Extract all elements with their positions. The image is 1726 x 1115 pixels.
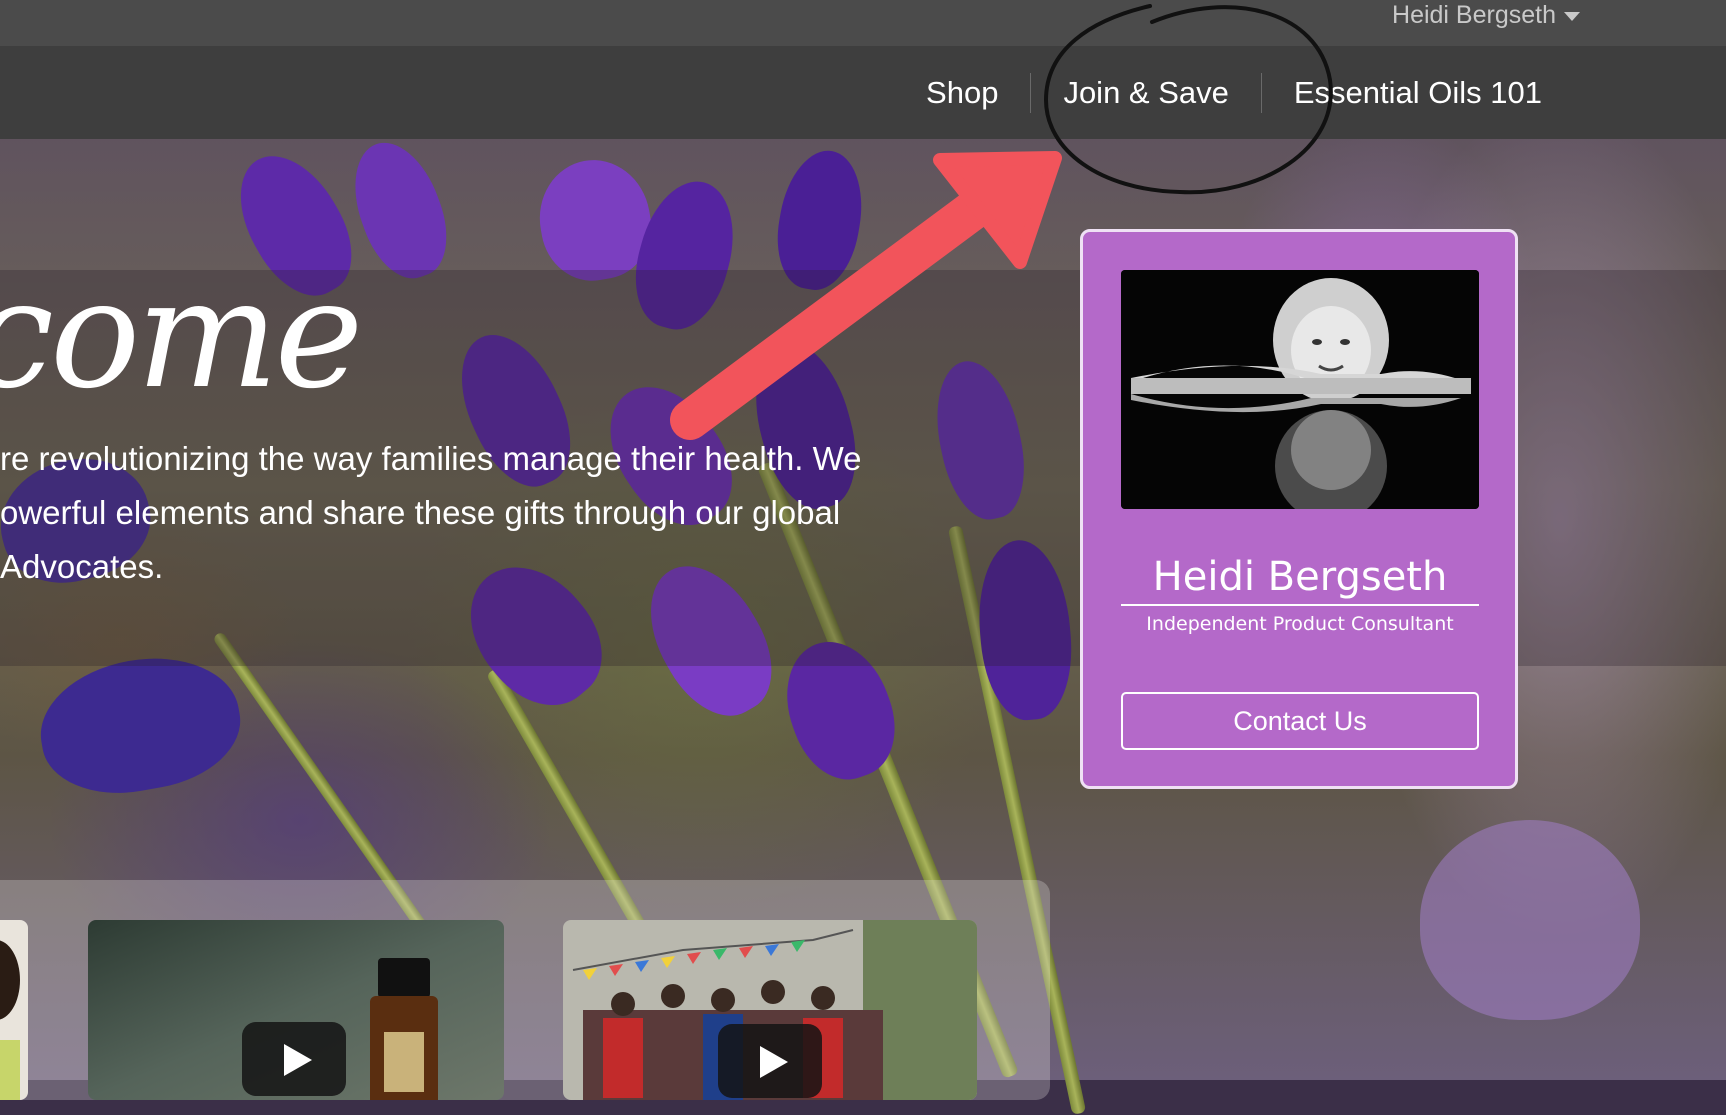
intro-paragraph: re revolutionizing the way families mana… [0, 432, 960, 594]
play-icon[interactable] [242, 1022, 346, 1096]
consultant-name: Heidi Bergseth [1121, 554, 1479, 606]
nav-item-join-save[interactable]: Join & Save [1031, 75, 1260, 111]
consultant-photo [1121, 270, 1479, 509]
intro-line: owerful elements and share these gifts t… [0, 494, 841, 531]
caret-down-icon [1564, 11, 1580, 21]
welcome-heading: come [0, 248, 363, 422]
consultant-title: Independent Product Consultant [1146, 613, 1454, 635]
nav-item-shop[interactable]: Shop [894, 75, 1030, 111]
video-thumbnail-image [0, 920, 28, 1100]
video-thumbnail[interactable] [88, 920, 504, 1100]
play-icon[interactable] [718, 1024, 822, 1098]
video-thumbnail[interactable] [563, 920, 977, 1100]
contact-us-button[interactable]: Contact Us [1121, 692, 1479, 750]
video-thumbnail[interactable] [0, 920, 28, 1100]
user-menu[interactable]: Heidi Bergseth [1392, 0, 1580, 30]
user-name: Heidi Bergseth [1392, 1, 1556, 29]
intro-line: Advocates. [0, 548, 164, 585]
main-nav: Shop Join & Save Essential Oils 101 [894, 46, 1574, 139]
nav-item-essential-oils-101[interactable]: Essential Oils 101 [1262, 75, 1574, 111]
intro-line: re revolutionizing the way families mana… [0, 440, 862, 477]
consultant-card: Heidi Bergseth Independent Product Consu… [1080, 229, 1518, 789]
portrait-image [1121, 270, 1479, 509]
